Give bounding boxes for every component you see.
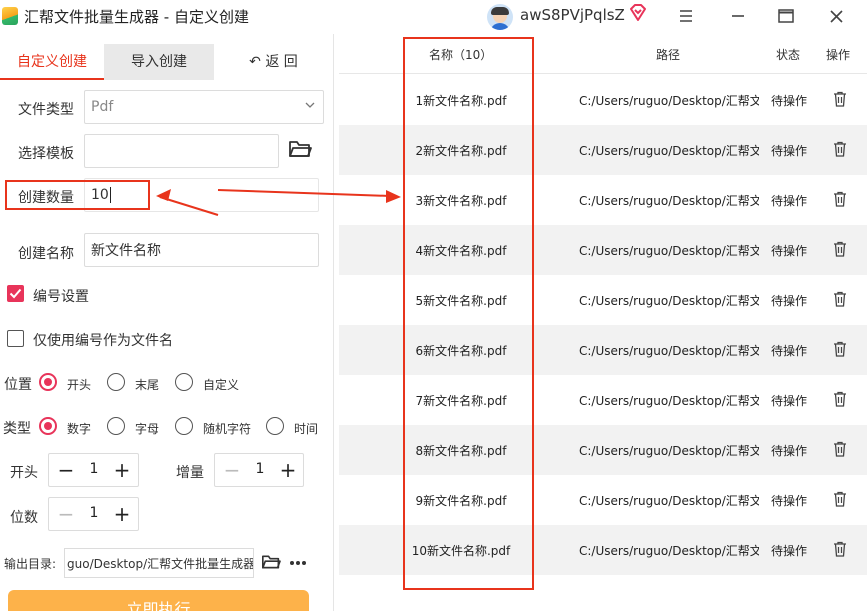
column-state[interactable]: 状态	[776, 46, 800, 63]
start-increment-button[interactable]: +	[111, 459, 133, 481]
increment-label: 增量	[176, 465, 204, 481]
increment-increment-button[interactable]: +	[277, 459, 299, 481]
file-state-cell: 待操作	[771, 94, 808, 108]
numbering-label: 编号设置	[33, 289, 89, 305]
digits-value[interactable]: 1	[84, 505, 104, 521]
file-state-cell: 待操作	[771, 544, 808, 558]
radio-type-random[interactable]	[175, 417, 193, 435]
file-type-select[interactable]: Pdf	[84, 90, 324, 124]
digits-increment-button[interactable]: +	[111, 503, 133, 525]
file-path-cell: C:/Users/ruguo/Desktop/汇帮文	[579, 494, 759, 508]
column-path[interactable]: 路径	[656, 46, 680, 63]
digits-label: 位数	[10, 510, 38, 526]
menu-icon[interactable]	[675, 6, 697, 26]
trash-icon[interactable]	[833, 491, 847, 507]
file-state-cell: 待操作	[771, 494, 808, 508]
panel-divider	[333, 34, 334, 611]
type-label: 类型	[3, 421, 31, 437]
more-icon[interactable]	[289, 560, 307, 566]
type-option-number: 数字	[67, 422, 92, 436]
only-number-checkbox[interactable]	[7, 330, 24, 347]
file-path-cell: C:/Users/ruguo/Desktop/汇帮文	[579, 444, 759, 458]
type-option-letter: 字母	[135, 422, 160, 436]
trash-icon[interactable]	[833, 441, 847, 457]
template-input[interactable]	[84, 134, 279, 168]
numbering-checkbox[interactable]	[7, 285, 24, 302]
close-icon[interactable]	[825, 6, 847, 26]
file-path-cell: C:/Users/ruguo/Desktop/汇帮文	[579, 344, 759, 358]
title-bar: 汇帮文件批量生成器 - 自定义创建 awS8PVjPqlsZ	[0, 0, 867, 34]
increment-value[interactable]: 1	[250, 461, 270, 477]
file-state-cell: 待操作	[771, 344, 808, 358]
file-state-cell: 待操作	[771, 294, 808, 308]
position-option-end: 末尾	[135, 378, 160, 392]
trash-icon[interactable]	[833, 341, 847, 357]
file-path-cell: C:/Users/ruguo/Desktop/汇帮文	[579, 194, 759, 208]
file-state-cell: 待操作	[771, 194, 808, 208]
maximize-icon[interactable]	[775, 6, 797, 26]
diamond-icon[interactable]	[628, 3, 648, 23]
settings-panel: 自定义创建 导入创建 ↶ 返 回 文件类型 Pdf 选择模板 创建数量 10 创…	[0, 34, 333, 611]
increment-stepper: − 1 +	[214, 453, 304, 487]
file-path-cell: C:/Users/ruguo/Desktop/汇帮文	[579, 394, 759, 408]
trash-icon[interactable]	[833, 141, 847, 157]
avatar[interactable]	[487, 4, 513, 30]
file-path-cell: C:/Users/ruguo/Desktop/汇帮文	[579, 244, 759, 258]
radio-position-start[interactable]	[39, 373, 57, 391]
increment-decrement-button[interactable]: −	[221, 459, 243, 481]
count-highlight-box	[5, 180, 150, 210]
trash-icon[interactable]	[833, 391, 847, 407]
trash-icon[interactable]	[833, 241, 847, 257]
file-path-cell: C:/Users/ruguo/Desktop/汇帮文	[579, 94, 759, 108]
window-title: 汇帮文件批量生成器 - 自定义创建	[24, 8, 249, 26]
template-label: 选择模板	[18, 146, 74, 162]
digits-decrement-button[interactable]: −	[55, 503, 77, 525]
output-label: 输出目录:	[4, 557, 57, 571]
trash-icon[interactable]	[833, 191, 847, 207]
file-state-cell: 待操作	[771, 244, 808, 258]
type-option-time: 时间	[294, 422, 319, 436]
name-label: 创建名称	[18, 246, 74, 262]
digits-stepper: − 1 +	[48, 497, 139, 531]
position-option-custom: 自定义	[203, 378, 240, 392]
radio-type-letter[interactable]	[107, 417, 125, 435]
app-logo-icon	[2, 7, 18, 25]
type-option-random: 随机字符	[203, 422, 252, 436]
file-state-cell: 待操作	[771, 144, 808, 158]
position-option-start: 开头	[67, 378, 92, 392]
tab-import-create[interactable]: 导入创建	[104, 44, 214, 80]
name-column-highlight-box	[403, 37, 534, 590]
radio-position-end[interactable]	[107, 373, 125, 391]
trash-icon[interactable]	[833, 541, 847, 557]
position-label: 位置	[4, 377, 32, 393]
file-state-cell: 待操作	[771, 444, 808, 458]
back-button[interactable]: ↶ 返 回	[214, 44, 333, 80]
radio-type-number[interactable]	[39, 417, 57, 435]
file-type-label: 文件类型	[18, 102, 74, 118]
start-decrement-button[interactable]: −	[55, 459, 77, 481]
trash-icon[interactable]	[833, 91, 847, 107]
only-number-label: 仅使用编号作为文件名	[33, 333, 173, 349]
run-button[interactable]: 立即执行	[8, 590, 309, 611]
chevron-down-icon	[305, 102, 315, 108]
file-path-cell: C:/Users/ruguo/Desktop/汇帮文	[579, 544, 759, 558]
username[interactable]: awS8PVjPqlsZ	[520, 6, 625, 24]
start-label: 开头	[10, 465, 38, 481]
minimize-icon[interactable]	[727, 6, 749, 26]
start-value[interactable]: 1	[84, 461, 104, 477]
output-path-input[interactable]: guo/Desktop/汇帮文件批量生成器	[64, 548, 254, 578]
start-stepper: − 1 +	[48, 453, 139, 487]
name-input[interactable]: 新文件名称	[84, 233, 319, 267]
file-type-value: Pdf	[91, 99, 114, 115]
trash-icon[interactable]	[833, 291, 847, 307]
radio-type-time[interactable]	[266, 417, 284, 435]
tab-custom-create[interactable]: 自定义创建	[0, 44, 104, 80]
folder-icon[interactable]	[261, 553, 281, 571]
file-path-cell: C:/Users/ruguo/Desktop/汇帮文	[579, 294, 759, 308]
column-action[interactable]: 操作	[826, 46, 850, 63]
file-state-cell: 待操作	[771, 394, 808, 408]
radio-position-custom[interactable]	[175, 373, 193, 391]
folder-icon[interactable]	[288, 138, 312, 160]
file-path-cell: C:/Users/ruguo/Desktop/汇帮文	[579, 144, 759, 158]
